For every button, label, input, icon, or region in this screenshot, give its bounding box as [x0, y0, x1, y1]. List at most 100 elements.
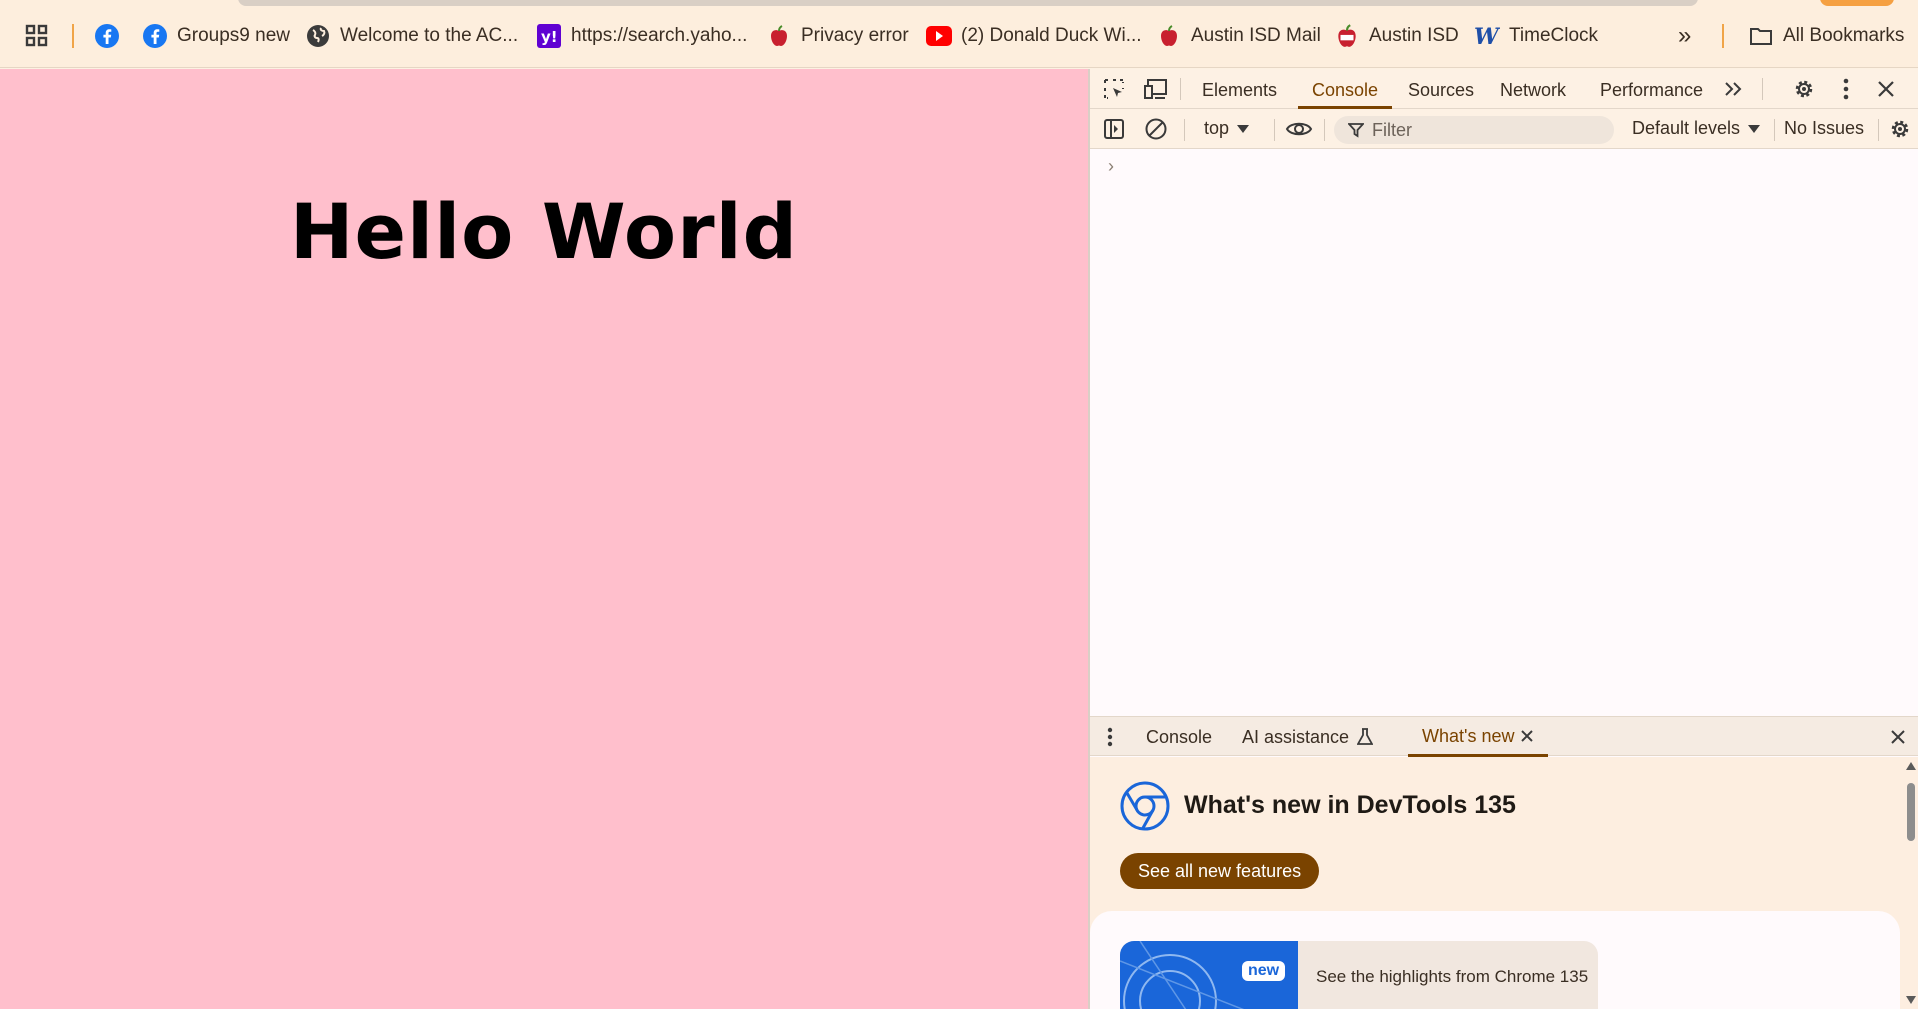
bookmark-groups9[interactable]: Groups9 new: [142, 18, 290, 54]
more-bookmarks-button[interactable]: »: [1678, 18, 1691, 54]
bookmarks-separator: [1722, 24, 1724, 48]
bookmarks-separator: [72, 24, 74, 48]
apps-grid-icon: [24, 23, 50, 49]
tab-console[interactable]: Console: [1298, 69, 1393, 109]
double-chevron-icon: »: [1678, 22, 1692, 49]
apple-icon: [1334, 23, 1360, 49]
bookmark-label: Groups9 new: [177, 25, 291, 46]
chrome-logo-icon: [1120, 781, 1170, 836]
toolbar-separator: [1324, 119, 1325, 141]
close-drawer-button[interactable]: [1886, 725, 1910, 749]
bookmark-austin-isd[interactable]: Austin ISD: [1334, 18, 1459, 54]
scroll-down-arrow-icon[interactable]: [1905, 995, 1917, 1005]
whats-new-title: What's new in DevTools 135: [1184, 791, 1516, 819]
apple-icon: [1156, 23, 1182, 49]
close-icon: [1878, 81, 1894, 97]
drawer-tab-ai-assistance[interactable]: AI assistance: [1242, 717, 1374, 757]
bookmark-welcome[interactable]: Welcome to the AC...: [305, 18, 518, 54]
devtools-tab-bar: Elements Console Sources Network Perform…: [1090, 69, 1918, 109]
caret-down-icon: [1748, 124, 1761, 133]
bookmark-timeclock[interactable]: W TimeClock: [1474, 18, 1598, 54]
tab-network[interactable]: Network: [1500, 69, 1566, 109]
live-expression-button[interactable]: [1282, 115, 1316, 143]
yahoo-icon: y!: [536, 23, 562, 49]
facebook-icon: [94, 23, 120, 49]
bookmark-yahoo-search[interactable]: y! https://search.yaho...: [536, 18, 747, 54]
toolbar-separator: [1774, 119, 1775, 141]
select-element-icon: [1104, 79, 1124, 99]
issues-counter[interactable]: No Issues: [1784, 118, 1864, 139]
drawer-menu-button[interactable]: [1100, 725, 1120, 749]
tab-separator: [1180, 78, 1181, 100]
console-settings-button[interactable]: [1886, 115, 1914, 143]
bookmark-label: Welcome to the AC...: [340, 25, 519, 46]
bookmark-label: Privacy error: [801, 25, 909, 46]
console-output[interactable]: ›: [1090, 150, 1918, 716]
scroll-thumb[interactable]: [1907, 783, 1915, 841]
flask-icon: [1357, 728, 1374, 745]
bookmark-label: TimeClock: [1509, 25, 1599, 46]
log-levels-dropdown[interactable]: Default levels: [1632, 118, 1761, 139]
bookmark-label: (2) Donald Duck Wi...: [961, 25, 1142, 46]
drawer-tab-whats-new[interactable]: What's new: [1408, 717, 1549, 757]
device-icon: [1144, 79, 1167, 99]
all-bookmarks-label: All Bookmarks: [1783, 25, 1905, 46]
tab-sources[interactable]: Sources: [1408, 69, 1474, 109]
apple-icon: [766, 23, 792, 49]
apps-button[interactable]: [24, 18, 59, 54]
devtools-panel: Elements Console Sources Network Perform…: [1088, 69, 1918, 1009]
bookmark-label: https://search.yaho...: [571, 25, 748, 46]
bookmark-facebook[interactable]: [94, 18, 129, 54]
filter-input[interactable]: Filter: [1334, 116, 1614, 144]
show-sidebar-button[interactable]: [1100, 115, 1128, 143]
clear-console-button[interactable]: [1142, 115, 1170, 143]
drawer-tab-console[interactable]: Console: [1146, 717, 1212, 757]
whats-new-panel: What's new in DevTools 135 See all new f…: [1090, 757, 1918, 1009]
toolbar-separator: [1878, 119, 1879, 141]
close-icon[interactable]: [1520, 729, 1534, 743]
gear-icon: [1795, 80, 1813, 98]
profile-button-edge[interactable]: [1820, 0, 1894, 6]
svg-text:W: W: [1474, 25, 1500, 47]
double-chevron-icon: [1725, 82, 1742, 96]
close-devtools-button[interactable]: [1872, 75, 1900, 103]
console-toolbar: top Filter Default levels No Issues: [1090, 109, 1918, 149]
log-levels-label: Default levels: [1632, 118, 1741, 138]
context-selector[interactable]: top: [1204, 118, 1250, 139]
scroll-up-arrow-icon[interactable]: [1905, 761, 1917, 771]
bookmark-label: Austin ISD: [1369, 25, 1459, 46]
customize-devtools-button[interactable]: [1832, 75, 1860, 103]
bookmarks-bar: Groups9 new Welcome to the AC... y! http…: [0, 0, 1918, 68]
youtube-icon: [926, 23, 952, 49]
block-icon: [1145, 118, 1167, 140]
kebab-menu-icon: [1843, 78, 1849, 100]
bookmark-label: Austin ISD Mail: [1191, 25, 1321, 46]
bookmark-privacy-error[interactable]: Privacy error: [766, 18, 909, 54]
drawer-tab-label: AI assistance: [1242, 727, 1350, 747]
drawer-tab-label: What's new: [1422, 725, 1515, 746]
drawer-scrollbar[interactable]: [1902, 757, 1918, 1009]
tab-elements[interactable]: Elements: [1202, 69, 1277, 109]
highlights-section: new See the highlights from Chrome 135: [1090, 911, 1900, 1009]
inspect-element-button[interactable]: [1100, 75, 1128, 103]
context-label: top: [1204, 118, 1230, 138]
address-bar-edge: [238, 0, 1698, 6]
video-card[interactable]: new See the highlights from Chrome 135: [1120, 941, 1598, 1009]
gear-icon: [1891, 120, 1909, 138]
toolbar-separator: [1184, 119, 1185, 141]
all-bookmarks-button[interactable]: All Bookmarks: [1748, 18, 1904, 54]
new-badge: new: [1242, 961, 1286, 981]
console-prompt[interactable]: ›: [1108, 156, 1114, 177]
close-icon: [1891, 730, 1905, 744]
bookmark-austin-isd-mail[interactable]: Austin ISD Mail: [1156, 18, 1321, 54]
tab-performance[interactable]: Performance: [1600, 69, 1703, 109]
see-all-features-button[interactable]: See all new features: [1120, 853, 1320, 889]
w-logo-icon: W: [1474, 23, 1500, 49]
filter-icon: [1348, 123, 1364, 138]
globe-icon: [305, 23, 331, 49]
device-toolbar-button[interactable]: [1142, 75, 1170, 103]
settings-button[interactable]: [1790, 75, 1818, 103]
eye-icon: [1285, 122, 1313, 136]
bookmark-donald-duck[interactable]: (2) Donald Duck Wi...: [926, 18, 1142, 54]
more-tabs-button[interactable]: [1720, 75, 1748, 103]
